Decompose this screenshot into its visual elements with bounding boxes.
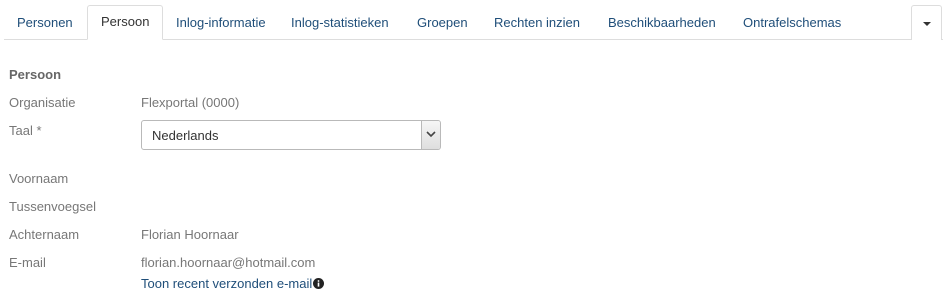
tab-overflow-menu-button[interactable] [911, 5, 942, 40]
tab-ontrafelschemas[interactable]: Ontrafelschemas [730, 6, 854, 39]
tab-personen[interactable]: Personen [4, 6, 86, 39]
taal-select-value: Nederlands [152, 128, 219, 143]
achternaam-value: Florian Hoornaar [141, 227, 239, 242]
organisatie-value: Flexportal (0000) [141, 95, 240, 110]
tussenvoegsel-label: Tussenvoegsel [9, 199, 96, 214]
select-arrow-button[interactable] [421, 121, 440, 149]
tab-bar: Personen Persoon Inlog-informatie Inlog-… [0, 0, 951, 40]
email-label: E-mail [9, 255, 46, 270]
taal-label: Taal * [9, 123, 42, 138]
caret-down-icon [923, 22, 931, 26]
achternaam-label: Achternaam [9, 227, 80, 242]
tab-persoon[interactable]: Persoon [87, 5, 164, 40]
organisatie-label: Organisatie [9, 95, 76, 110]
section-title: Persoon [9, 67, 62, 82]
taal-select[interactable]: Nederlands [141, 120, 441, 150]
tab-inlog-informatie[interactable]: Inlog-informatie [163, 6, 279, 39]
tab-groepen[interactable]: Groepen [404, 6, 481, 39]
tab-inlog-statistieken[interactable]: Inlog-statistieken [278, 6, 402, 39]
chevron-down-icon [426, 131, 436, 138]
recent-email-link[interactable]: Toon recent verzonden e-mail [141, 276, 325, 291]
tab-beschikbaarheden[interactable]: Beschikbaarheden [595, 6, 729, 39]
voornaam-label: Voornaam [9, 171, 69, 186]
recent-email-link-text[interactable]: Toon recent verzonden e-mail [141, 276, 312, 291]
email-value: florian.hoornaar@hotmail.com [141, 255, 316, 270]
tab-rechten-inzien[interactable]: Rechten inzien [481, 6, 593, 39]
info-circle-icon[interactable] [313, 278, 325, 289]
